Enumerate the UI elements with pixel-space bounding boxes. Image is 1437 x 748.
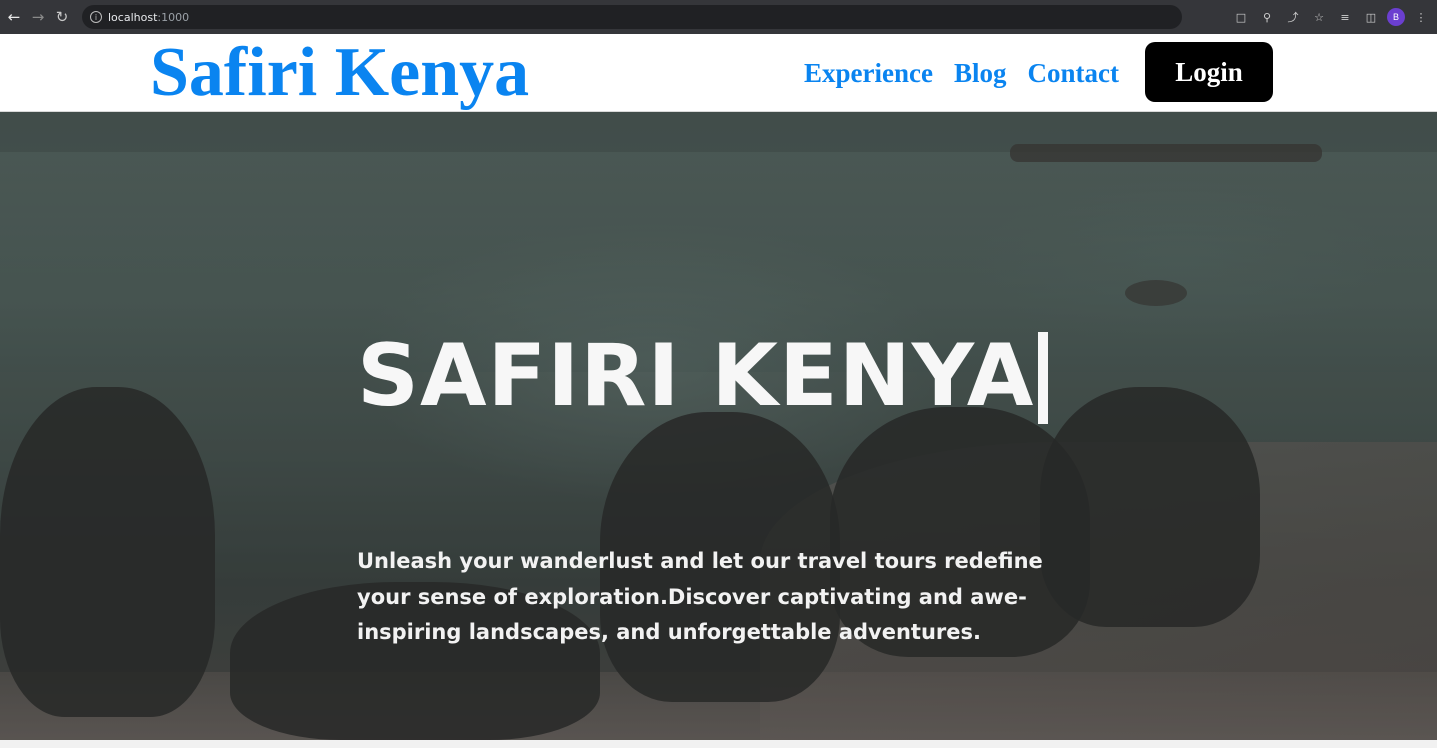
- share-icon[interactable]: ⤴: [1283, 7, 1303, 27]
- browser-toolbar: ← → ↻ i localhost:1000 □ ⚲ ⤴ ☆ ≡ ◫ B ⋮: [0, 0, 1437, 34]
- hero-description: Unleash your wanderlust and let our trav…: [357, 549, 1043, 644]
- login-button[interactable]: Login: [1145, 42, 1273, 102]
- nav-link-experience[interactable]: Experience: [804, 58, 933, 89]
- info-icon[interactable]: i: [90, 11, 102, 23]
- url-host: localhost: [108, 10, 158, 24]
- back-icon[interactable]: ←: [2, 5, 26, 29]
- reload-icon[interactable]: ↻: [50, 5, 74, 29]
- hero-title-text: SAFIRI KENYA: [357, 326, 1035, 426]
- typing-cursor: [1038, 332, 1049, 424]
- menu-icon[interactable]: ⋮: [1411, 7, 1431, 27]
- page-bottom: [0, 740, 1437, 748]
- bookmark-star-icon[interactable]: ☆: [1309, 7, 1329, 27]
- forward-icon[interactable]: →: [26, 5, 50, 29]
- install-icon[interactable]: □: [1231, 7, 1251, 27]
- hero-section: SAFIRI KENYA Unleash your wanderlust and…: [0, 112, 1437, 740]
- side-panel-icon[interactable]: ◫: [1361, 7, 1381, 27]
- main-nav: Experience Blog Contact: [804, 34, 1140, 112]
- reading-list-icon[interactable]: ≡: [1335, 7, 1355, 27]
- hero-title: SAFIRI KENYA: [357, 326, 1049, 426]
- site-header: Safiri Kenya Experience Blog Contact Log…: [0, 34, 1437, 112]
- nav-link-contact[interactable]: Contact: [1027, 58, 1118, 89]
- site-logo[interactable]: Safiri Kenya: [150, 34, 529, 112]
- nav-link-blog[interactable]: Blog: [954, 58, 1007, 89]
- profile-avatar[interactable]: B: [1387, 8, 1405, 26]
- zoom-icon[interactable]: ⚲: [1257, 7, 1277, 27]
- address-bar[interactable]: i localhost:1000: [82, 5, 1182, 29]
- url-port: :1000: [157, 10, 190, 24]
